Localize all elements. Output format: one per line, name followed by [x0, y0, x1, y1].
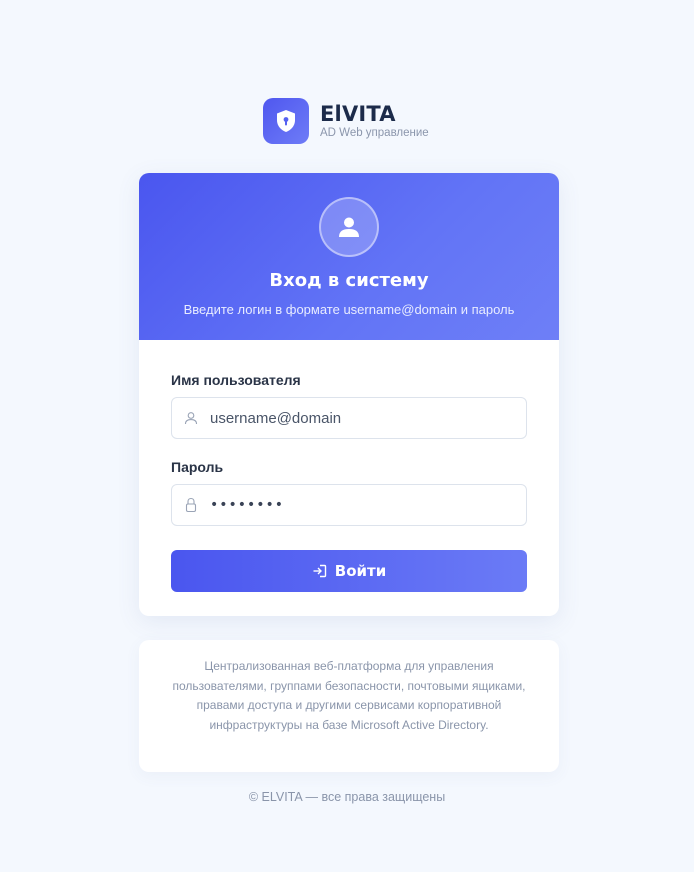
- password-input[interactable]: ••••••••: [210, 497, 284, 513]
- brand-text: ElVITA AD Web управление: [320, 102, 429, 140]
- login-button-label: Войти: [334, 562, 387, 580]
- shield-lock-icon: [263, 98, 309, 144]
- lock-icon: [172, 497, 210, 513]
- username-label: Имя пользователя: [171, 372, 301, 388]
- login-title: Вход в систему: [269, 270, 429, 291]
- login-card: Вход в систему Введите логин в формате u…: [139, 173, 559, 616]
- footer-copyright: © ELVITA — все права защищены: [248, 790, 446, 804]
- user-icon: [319, 197, 379, 257]
- info-card: Централизованная веб-платформа для управ…: [139, 640, 559, 772]
- brand-subtitle: AD Web управление: [320, 127, 429, 139]
- login-card-header: Вход в систему Введите логин в формате u…: [139, 173, 559, 340]
- username-input[interactable]: [210, 398, 510, 438]
- brand-name: ElVITA: [320, 102, 396, 126]
- password-label: Пароль: [171, 459, 224, 475]
- sign-in-icon: [312, 564, 327, 578]
- login-button[interactable]: Войти: [171, 550, 527, 592]
- brand: ElVITA AD Web управление: [263, 98, 429, 144]
- platform-description: Централизованная веб-платформа для управ…: [172, 659, 526, 732]
- password-field-wrapper[interactable]: ••••••••: [171, 484, 527, 526]
- username-field-wrapper[interactable]: [171, 397, 527, 439]
- login-subtitle: Введите логин в формате username@domain …: [183, 302, 515, 317]
- user-outline-icon: [172, 411, 210, 425]
